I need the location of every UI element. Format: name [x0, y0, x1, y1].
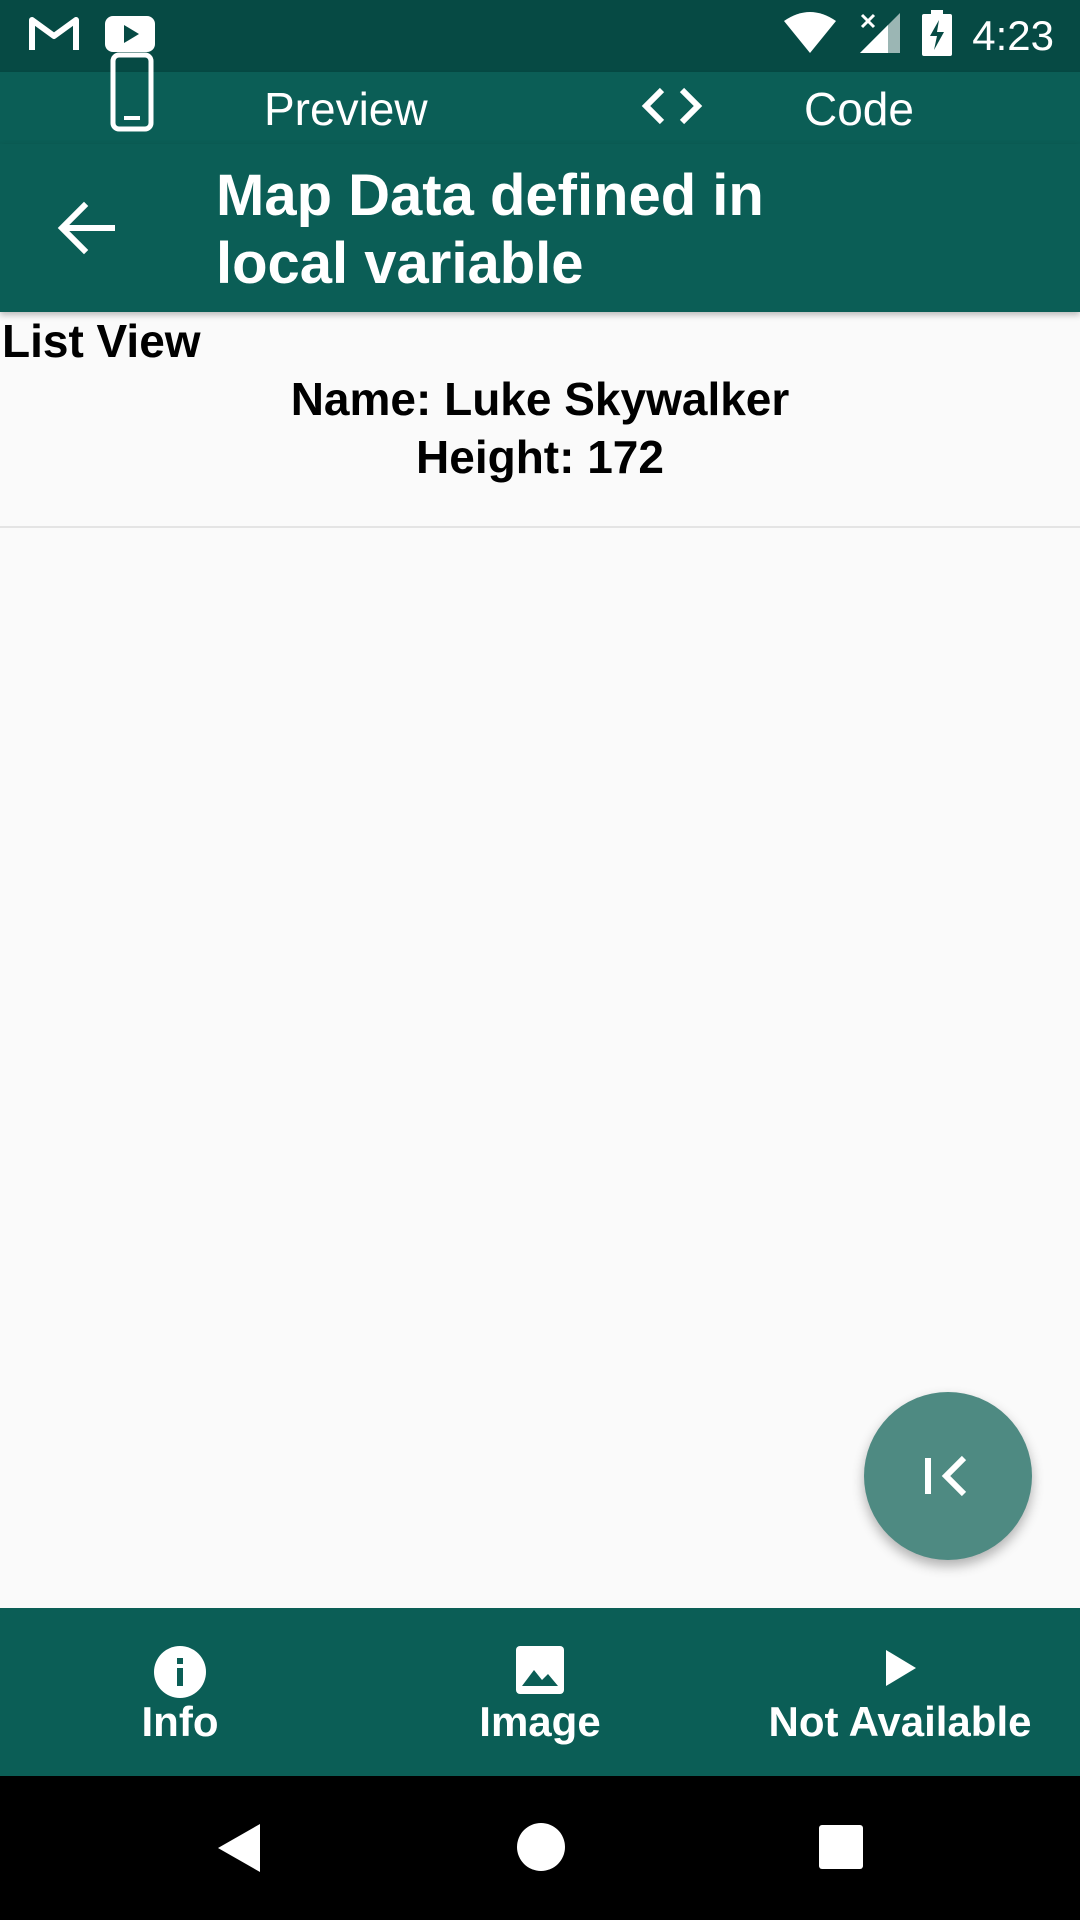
- system-home-button[interactable]: [516, 1822, 566, 1877]
- page-title: Map Data defined in local variable: [216, 162, 1036, 298]
- page-title-line1: Map Data defined in: [216, 163, 764, 228]
- system-back-button[interactable]: [214, 1822, 264, 1879]
- system-navigation-bar: [0, 1776, 1080, 1920]
- status-bar: 4:23: [0, 0, 1080, 72]
- bottom-navigation: Info Image Not Available: [0, 1608, 1080, 1776]
- arrow-back-icon: [57, 201, 115, 255]
- back-button[interactable]: [52, 194, 120, 262]
- image-icon: [516, 1646, 564, 1699]
- play-icon: [880, 1646, 920, 1695]
- code-icon[interactable]: [640, 86, 704, 131]
- nav-item-info[interactable]: Info: [0, 1608, 360, 1776]
- list-item[interactable]: Name: Luke Skywalker Height: 172: [0, 370, 1080, 528]
- signal-icon: [858, 11, 902, 60]
- info-icon: [154, 1646, 206, 1703]
- wifi-icon: [782, 11, 838, 60]
- phone-icon[interactable]: [110, 52, 154, 137]
- first-page-icon: [925, 1455, 967, 1497]
- page-title-line2: local variable: [216, 231, 584, 296]
- tab-preview[interactable]: Preview: [264, 82, 428, 136]
- item-height: Height: 172: [416, 431, 664, 483]
- tab-code[interactable]: Code: [804, 82, 914, 136]
- app-bar: Map Data defined in local variable: [0, 144, 1080, 312]
- preview-code-tabs: Preview Code: [0, 52, 1080, 144]
- nav-label-info: Info: [141, 1698, 219, 1745]
- clock: 4:23: [972, 11, 1054, 59]
- nav-label-image: Image: [479, 1698, 601, 1745]
- nav-label-not-available: Not Available: [768, 1698, 1032, 1745]
- battery-charging-icon: [922, 10, 953, 61]
- gmail-icon: [28, 14, 80, 59]
- item-name: Name: Luke Skywalker: [290, 373, 790, 425]
- list-view-heading: List View: [2, 315, 201, 367]
- system-recents-button[interactable]: [818, 1824, 864, 1875]
- nav-item-not-available[interactable]: Not Available: [720, 1608, 1080, 1776]
- nav-item-image[interactable]: Image: [360, 1608, 720, 1776]
- first-page-fab[interactable]: [864, 1392, 1032, 1560]
